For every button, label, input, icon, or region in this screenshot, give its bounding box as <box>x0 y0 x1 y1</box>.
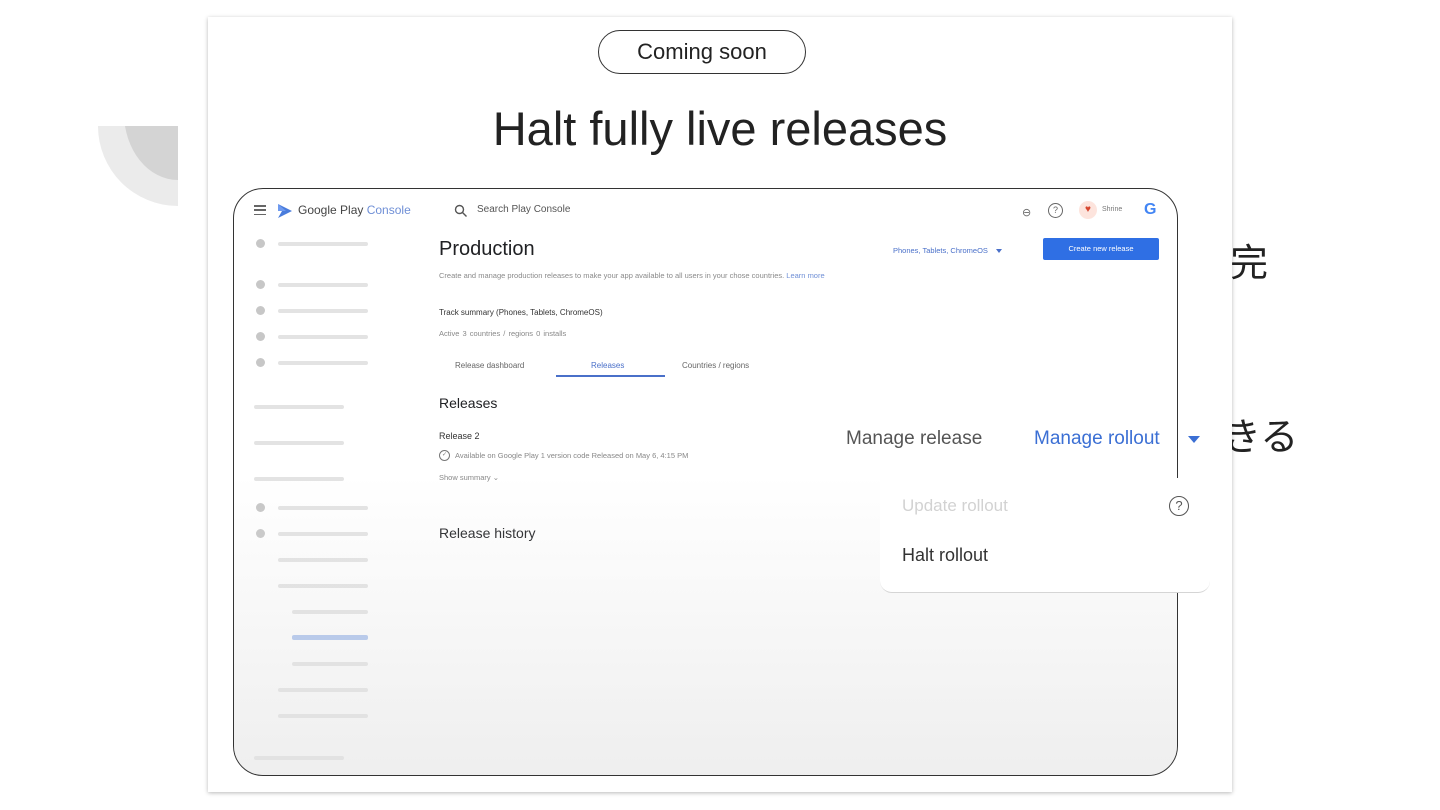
coming-soon-badge: Coming soon <box>598 30 806 74</box>
help-circle-icon[interactable]: ? <box>1169 496 1189 516</box>
sidebar-dot <box>256 306 265 315</box>
sidebar <box>234 233 414 775</box>
link-icon[interactable]: ⊖ <box>1022 206 1031 219</box>
sidebar-dot <box>256 358 265 367</box>
halt-rollout-item[interactable]: Halt rollout <box>902 545 988 566</box>
page-title: Production <box>439 238 535 260</box>
search-input[interactable]: Search Play Console <box>477 204 570 215</box>
google-account-icon[interactable]: G <box>1144 201 1156 219</box>
sidebar-subitem[interactable] <box>278 688 368 692</box>
sidebar-dot <box>256 503 265 512</box>
console-top-bar: Google Play Console Search Play Console … <box>234 189 1177 233</box>
sidebar-subitem[interactable] <box>278 584 368 588</box>
sidebar-item[interactable] <box>278 283 368 287</box>
sidebar-item[interactable] <box>278 361 368 365</box>
sidebar-item[interactable] <box>278 532 368 536</box>
search-icon[interactable] <box>454 204 468 218</box>
background-jp-text-1: 完 <box>1230 241 1269 285</box>
update-rollout-item[interactable]: Update rollout <box>902 496 1008 516</box>
sidebar-section <box>254 477 344 481</box>
developer-avatar[interactable]: ♥ <box>1079 201 1097 219</box>
sidebar-section <box>254 756 344 760</box>
slide-headline: Halt fully live releases <box>492 102 948 155</box>
track-summary-title: Track summary (Phones, Tablets, ChromeOS… <box>439 308 603 317</box>
learn-more-link[interactable]: Learn more <box>786 271 824 280</box>
brand-name[interactable]: Google Play Console <box>298 203 411 217</box>
page-description: Create and manage production releases to… <box>439 271 825 280</box>
sidebar-dot <box>256 332 265 341</box>
sidebar-dot <box>256 280 265 289</box>
background-jp-text-2: きる <box>1223 415 1299 459</box>
hamburger-menu-icon[interactable] <box>254 205 266 215</box>
release-meta: Available on Google Play 1 version code … <box>455 451 689 460</box>
slide-card: Coming soon Halt fully live releases Goo… <box>208 17 1232 792</box>
sidebar-subitem-active[interactable] <box>292 635 368 640</box>
sidebar-subitem[interactable] <box>292 662 368 666</box>
caret-down-icon[interactable] <box>1188 436 1200 443</box>
sidebar-item[interactable] <box>278 242 368 246</box>
manage-rollout-dropdown[interactable]: Manage rollout <box>1034 428 1160 450</box>
tab-release-dashboard[interactable]: Release dashboard <box>455 361 524 370</box>
active-tab-indicator <box>556 375 665 377</box>
developer-name: Shrine <box>1102 206 1123 213</box>
sidebar-section <box>254 405 344 409</box>
sidebar-item[interactable] <box>278 309 368 313</box>
sidebar-dot <box>256 529 265 538</box>
track-summary-meta: Active 3 countries / regions 0 installs <box>439 329 567 338</box>
caret-down-icon <box>995 249 1002 254</box>
release-history-heading: Release history <box>439 525 536 541</box>
sidebar-dot <box>256 239 265 248</box>
play-console-logo-icon <box>278 204 292 218</box>
sidebar-subitem[interactable] <box>292 610 368 614</box>
releases-heading: Releases <box>439 395 498 411</box>
sidebar-section <box>254 441 344 445</box>
tab-countries-regions[interactable]: Countries / regions <box>682 361 749 370</box>
show-summary-toggle[interactable]: Show summary ⌄ <box>439 473 499 482</box>
check-circle-icon: ✓ <box>439 450 450 461</box>
create-new-release-button[interactable]: Create new release <box>1043 238 1159 260</box>
sidebar-subitem[interactable] <box>278 558 368 562</box>
sidebar-subitem[interactable] <box>278 714 368 718</box>
rollout-menu: Update rollout ? Halt rollout <box>880 478 1210 593</box>
sidebar-item[interactable] <box>278 335 368 339</box>
manage-release-button[interactable]: Manage release <box>846 428 982 450</box>
decorative-arc <box>98 126 178 206</box>
tab-releases[interactable]: Releases <box>591 361 624 370</box>
device-filter-dropdown[interactable]: Phones, Tablets, ChromeOS <box>893 246 1002 255</box>
sidebar-item[interactable] <box>278 506 368 510</box>
help-icon[interactable]: ? <box>1048 203 1063 218</box>
release-name[interactable]: Release 2 <box>439 431 480 441</box>
